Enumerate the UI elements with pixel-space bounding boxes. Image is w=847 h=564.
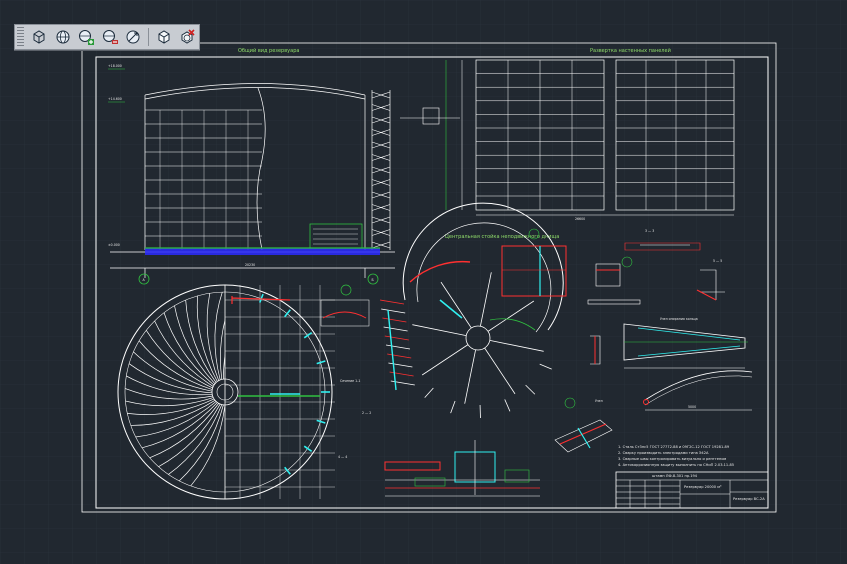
cube-wireframe-icon — [33, 30, 45, 44]
globe-icon — [56, 30, 70, 44]
section-rr-label: Сечение 1-1 — [340, 379, 360, 383]
elevation-base: ±0.000 — [108, 243, 120, 247]
elevation-mid: +14.600 — [108, 97, 122, 101]
note-2: 2. Сварку производить электродами типа Э… — [618, 451, 709, 455]
roof-title: Центральная стойка неподвижного днища — [445, 233, 559, 240]
stamp-code: штамп ЛФ-8-301 пр.194 — [652, 474, 698, 478]
node-label-1: Узел опирания кольца — [660, 317, 698, 321]
globe-minus-icon — [102, 30, 118, 44]
pan-button[interactable] — [124, 27, 144, 48]
panel-dimension: 26600 — [575, 217, 585, 221]
orbit-button[interactable] — [53, 27, 73, 48]
reset-button[interactable] — [177, 27, 197, 48]
drawing-canvas[interactable]: Общий вид резервуара А Б 20230 +18.000 +… — [0, 0, 847, 564]
foundation-blue-fill — [145, 248, 380, 255]
sphere-close-icon — [181, 29, 195, 44]
stamp-title: Резервуар 20000 м³ — [684, 485, 722, 489]
roof-dimension: 5000 — [688, 405, 696, 409]
zoom-in-button[interactable] — [76, 27, 96, 48]
shade-button[interactable] — [154, 27, 174, 48]
note-1: 1. Сталь Ст3пс5 ГОСТ 27772-88 и 09Г2С-12… — [618, 445, 730, 449]
view-toolbar — [14, 24, 200, 50]
grid — [0, 0, 847, 564]
zoom-out-button[interactable] — [100, 27, 120, 48]
section-33-label: 3 — 3 — [645, 229, 654, 233]
globe-arrow-icon — [126, 30, 140, 44]
base-dimension: 20230 — [245, 263, 255, 267]
elevation-top: +18.000 — [108, 64, 122, 68]
section-22-label: 2 — 2 — [362, 411, 371, 415]
toolbar-separator — [148, 28, 149, 46]
section-44-label: 4 — 4 — [338, 455, 347, 459]
globe-plus-icon — [79, 30, 95, 45]
axis-label-b: Б — [372, 278, 374, 282]
panel-view-title: Развертка настенных панелей — [590, 47, 671, 54]
note-3: 3. Сварные швы контролировать визуально … — [618, 457, 727, 461]
toolbar-grip[interactable] — [17, 27, 25, 47]
tank-view-title: Общий вид резервуара — [238, 47, 299, 54]
cube-solid-icon — [158, 30, 170, 44]
stamp-subtitle: Резервуар ВС-2А — [733, 497, 765, 501]
node-label-2: Узел — [595, 399, 603, 403]
view-cube-button[interactable] — [29, 27, 49, 48]
section-55-label: 5 — 5 — [713, 259, 722, 263]
note-4: 4. Антикоррозионную защиту выполнить по … — [618, 463, 734, 467]
